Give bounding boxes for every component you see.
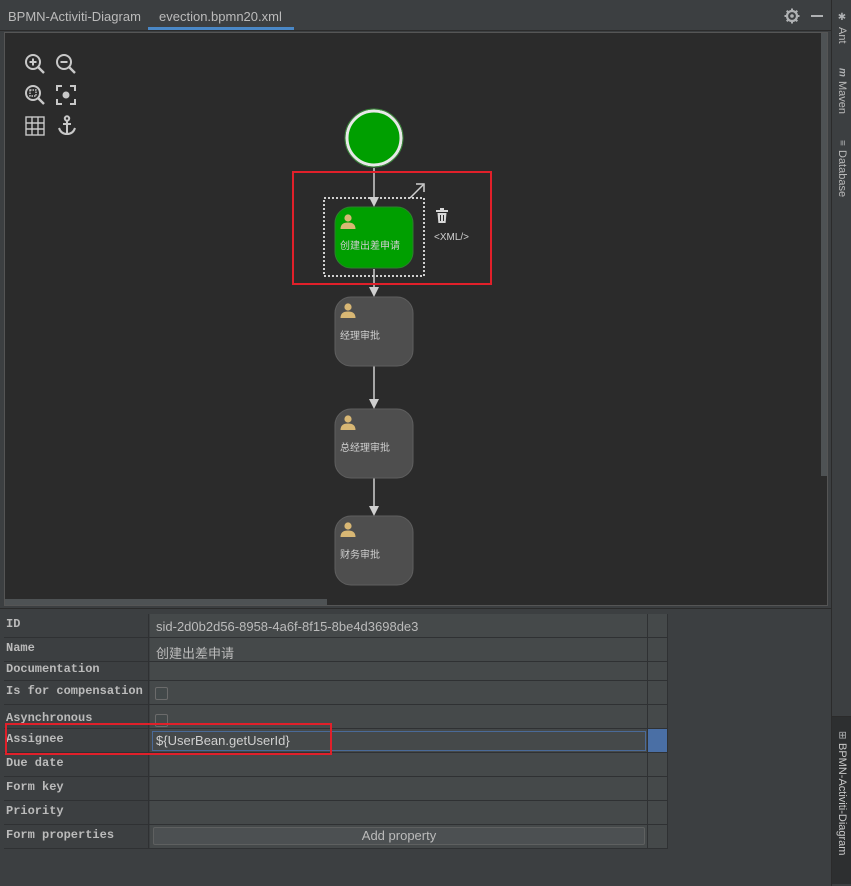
task-label: 经理审批	[340, 331, 380, 342]
task-label: 财务审批	[340, 550, 380, 561]
bpmn-label: BPMN-Activiti-Diagram	[836, 743, 848, 856]
property-label: Is for compensation	[4, 681, 149, 704]
ant-label: Ant	[836, 27, 848, 44]
assignee-edit-button[interactable]	[648, 729, 668, 752]
panel-splitter[interactable]	[0, 608, 831, 612]
gear-icon[interactable]	[784, 8, 800, 24]
priority-value[interactable]	[150, 801, 648, 824]
documentation-value[interactable]	[150, 662, 648, 680]
due-date-value[interactable]	[150, 753, 648, 776]
diagram-icon: ⊞	[836, 731, 848, 740]
property-row-compensation: Is for compensation	[4, 681, 668, 705]
minimize-icon[interactable]	[811, 15, 823, 17]
maven-label: Maven	[836, 80, 848, 114]
add-property-button[interactable]: Add property	[153, 827, 645, 845]
property-row-form-properties: Form properties Add property	[4, 825, 668, 849]
database-tool-button[interactable]: ≡ Database	[832, 138, 851, 197]
database-label: Database	[836, 149, 848, 197]
maven-tool-button[interactable]: m Maven	[832, 66, 851, 114]
ant-icon: ✱	[836, 12, 848, 23]
property-label: Form key	[4, 777, 149, 800]
annotation-highlight	[292, 171, 492, 285]
horizontal-scrollbar[interactable]	[5, 599, 327, 605]
database-icon: ≡	[836, 140, 848, 146]
compensation-checkbox[interactable]	[155, 687, 168, 700]
ide-window: BPMN-Activiti-Diagram evection.bpmn20.xm…	[0, 0, 851, 886]
property-label: ID	[4, 614, 149, 637]
property-row-id: ID sid-2d0b2d56-8958-4a6f-8f15-8be4d3698…	[4, 614, 668, 638]
property-label: Name	[4, 638, 149, 661]
property-label: Form properties	[4, 825, 149, 848]
process-diagram	[323, 108, 425, 586]
maven-icon: m	[836, 68, 848, 77]
property-label: Documentation	[4, 662, 149, 680]
start-event[interactable]	[345, 109, 403, 167]
id-value[interactable]: sid-2d0b2d56-8958-4a6f-8f15-8be4d3698de3	[150, 614, 648, 637]
task-label: 总经理审批	[340, 443, 390, 454]
vertical-scrollbar[interactable]	[821, 33, 827, 476]
form-key-value[interactable]	[150, 777, 648, 800]
right-tool-strip: ✱ Ant m Maven ≡ Database ⊞ BPMN-Activiti…	[831, 0, 851, 886]
property-row-due-date: Due date	[4, 753, 668, 777]
bpmn-tool-button[interactable]: ⊞ BPMN-Activiti-Diagram	[832, 716, 851, 884]
property-row-documentation: Documentation	[4, 662, 668, 681]
property-label: Priority	[4, 801, 149, 824]
diagram-canvas[interactable]: 创建出差申请 经理审批 总经理审批 财务审批 <XML/>	[4, 32, 828, 606]
name-value[interactable]: 创建出差申请	[150, 638, 648, 661]
property-label: Due date	[4, 753, 149, 776]
active-tab-indicator	[148, 27, 294, 30]
property-row-name: Name 创建出差申请	[4, 638, 668, 662]
tab-evection-file[interactable]: evection.bpmn20.xml	[151, 0, 290, 30]
editor-tab-bar: BPMN-Activiti-Diagram evection.bpmn20.xm…	[0, 0, 831, 31]
annotation-highlight	[5, 723, 332, 755]
property-row-priority: Priority	[4, 801, 668, 825]
property-row-form-key: Form key	[4, 777, 668, 801]
ant-tool-button[interactable]: ✱ Ant	[832, 10, 851, 44]
tab-bpmn-diagram[interactable]: BPMN-Activiti-Diagram	[0, 0, 149, 30]
